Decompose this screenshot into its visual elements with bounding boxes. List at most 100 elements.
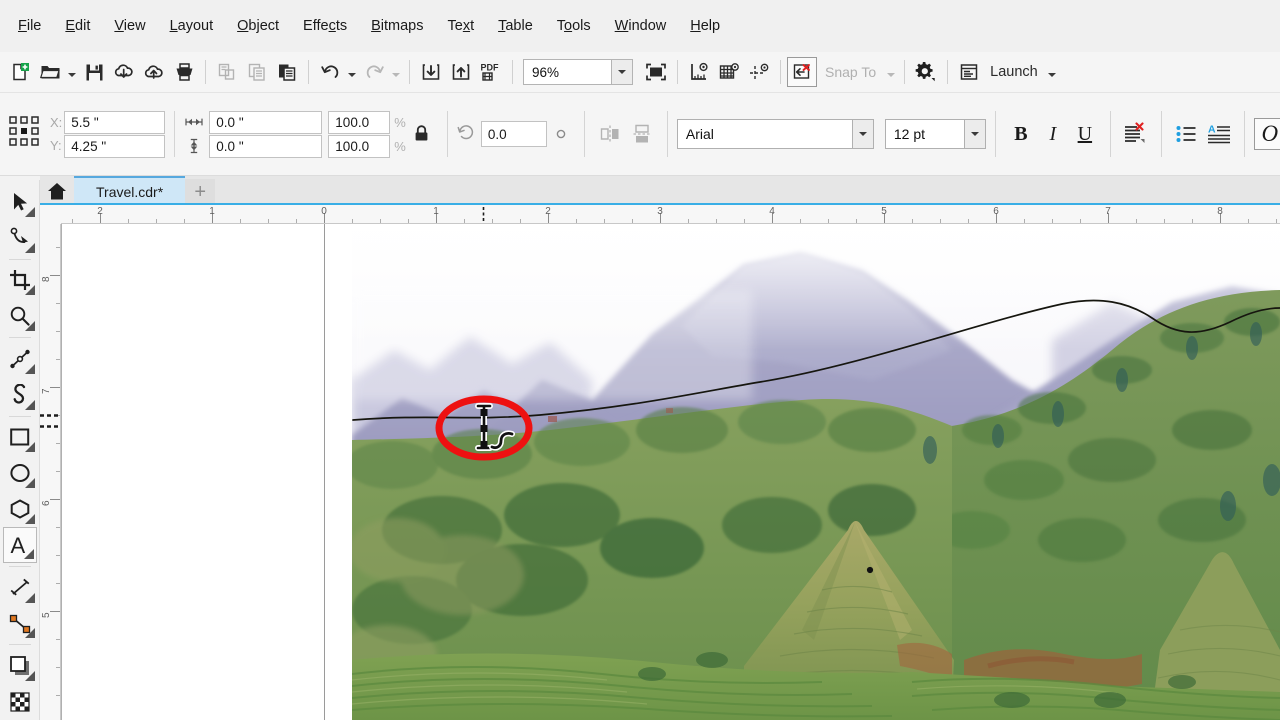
new-document-button[interactable] <box>5 57 35 87</box>
object-origin-grid[interactable] <box>8 115 42 154</box>
drawing-canvas[interactable] <box>61 224 1280 720</box>
underline-button[interactable]: U <box>1069 118 1101 150</box>
document-tab-travel[interactable]: Travel.cdr* <box>74 176 186 205</box>
width-input[interactable]: 0.0 " <box>209 110 323 134</box>
menu-item-object[interactable]: Object <box>225 14 291 38</box>
print-button[interactable] <box>169 57 199 87</box>
property-bar: X: Y: 5.5 " 4.25 " 0.0 " 0.0 " 100.0 % 1… <box>0 93 1280 176</box>
paste-button[interactable] <box>272 57 302 87</box>
x-position-input[interactable]: 5.5 " <box>64 110 166 134</box>
scale-y-input[interactable]: 100.0 <box>328 134 391 158</box>
guideline-marker-vertical <box>40 415 61 428</box>
lock-ratio-icon[interactable] <box>406 124 438 144</box>
svg-text:5: 5 <box>881 206 887 217</box>
launch-window-icon[interactable] <box>954 57 984 87</box>
drop-shadow-tool[interactable] <box>3 648 37 684</box>
x-label: X: <box>50 115 63 130</box>
property-separator <box>446 111 448 157</box>
zoom-level-combobox[interactable]: 96% <box>523 59 633 85</box>
import-button[interactable] <box>416 57 446 87</box>
toolbar-separator <box>677 60 678 84</box>
font-size-value[interactable]: 12 pt <box>884 119 964 149</box>
dimension-tool[interactable] <box>3 570 37 606</box>
cloud-download-button[interactable] <box>109 57 139 87</box>
cloud-upload-button[interactable] <box>139 57 169 87</box>
zoom-level-value[interactable]: 96% <box>523 59 611 85</box>
menu-item-help[interactable]: Help <box>678 14 732 38</box>
font-family-dropdown-arrow[interactable] <box>851 119 874 149</box>
font-family-combobox[interactable]: Arial <box>676 119 874 149</box>
svg-text:5: 5 <box>41 612 52 618</box>
scale-x-input[interactable]: 100.0 <box>328 110 391 134</box>
freehand-tool[interactable] <box>3 341 37 377</box>
property-separator <box>1243 111 1245 157</box>
horizontal-ruler[interactable]: 2 1 0 1 2 3 4 5 6 7 8 <box>40 205 1280 224</box>
polygon-tool[interactable] <box>3 491 37 527</box>
rectangle-tool[interactable] <box>3 420 37 456</box>
text-tool[interactable]: A <box>2 526 37 563</box>
shape-tool[interactable] <box>3 220 37 256</box>
text-align-none-icon[interactable] <box>1120 118 1152 150</box>
undo-dropdown[interactable] <box>345 57 359 87</box>
home-tab-button[interactable] <box>40 176 74 205</box>
redo-dropdown <box>389 57 403 87</box>
font-family-value[interactable]: Arial <box>676 119 852 149</box>
menu-item-edit[interactable]: Edit <box>53 14 102 38</box>
show-guidelines-button[interactable] <box>744 57 774 87</box>
connector-tool[interactable] <box>3 606 37 642</box>
text-properties-button[interactable]: O <box>1253 118 1280 150</box>
launch-label[interactable]: Launch <box>984 64 1045 80</box>
transparency-tool[interactable] <box>3 684 37 720</box>
menu-item-file[interactable]: File <box>6 14 53 38</box>
menu-item-bitmaps[interactable]: Bitmaps <box>359 14 435 38</box>
italic-button[interactable]: I <box>1037 118 1069 150</box>
snap-to-label[interactable]: Snap To <box>817 64 884 80</box>
publish-pdf-button[interactable]: PDF <box>476 57 506 87</box>
menu-item-view[interactable]: View <box>102 14 157 38</box>
bold-button[interactable]: B <box>1005 118 1037 150</box>
ellipse-tool[interactable] <box>3 455 37 491</box>
rotation-input[interactable]: 0.0 <box>480 121 547 147</box>
menu-item-table[interactable]: Table <box>486 14 545 38</box>
open-document-button[interactable] <box>35 57 65 87</box>
font-size-combobox[interactable]: 12 pt <box>884 119 986 149</box>
drop-cap-icon[interactable]: A <box>1203 118 1235 150</box>
toolbar-separator <box>512 60 513 84</box>
height-input[interactable]: 0.0 " <box>209 134 323 158</box>
menu-item-layout[interactable]: Layout <box>158 14 226 38</box>
menu-item-text[interactable]: Text <box>436 14 487 38</box>
undo-button[interactable] <box>315 57 345 87</box>
show-grid-button[interactable] <box>714 57 744 87</box>
pick-tool[interactable] <box>3 184 37 220</box>
property-separator <box>174 111 176 157</box>
bullet-list-icon[interactable] <box>1171 118 1203 150</box>
zoom-tool[interactable] <box>3 298 37 334</box>
launch-dropdown[interactable] <box>1045 57 1059 87</box>
font-size-dropdown-arrow[interactable] <box>963 119 986 149</box>
property-separator <box>583 111 585 157</box>
zoom-to-fit-button[interactable] <box>641 57 671 87</box>
vertical-ruler[interactable]: 8 7 6 5 <box>40 224 61 720</box>
menu-item-window[interactable]: Window <box>603 14 679 38</box>
document-tab-label: Travel.cdr* <box>96 183 164 200</box>
save-document-button[interactable] <box>79 57 109 87</box>
export-button[interactable] <box>446 57 476 87</box>
open-document-dropdown[interactable] <box>65 57 79 87</box>
mirror-horizontal-icon <box>594 118 626 150</box>
scale-x-percent: % <box>394 114 406 130</box>
ruler-origin-corner[interactable] <box>40 205 61 224</box>
svg-text:8: 8 <box>1217 206 1223 217</box>
menu-item-tools[interactable]: Tools <box>545 14 603 38</box>
zoom-level-dropdown-arrow[interactable] <box>611 59 633 85</box>
show-rulers-button[interactable] <box>684 57 714 87</box>
svg-text:7: 7 <box>1105 206 1111 217</box>
menu-item-effects[interactable]: Effects <box>291 14 359 38</box>
svg-text:2: 2 <box>545 206 551 217</box>
options-gear-button[interactable] <box>911 57 941 87</box>
snap-off-button[interactable] <box>787 57 817 87</box>
crop-tool[interactable] <box>3 263 37 299</box>
y-position-input[interactable]: 4.25 " <box>64 134 166 158</box>
mountain-landscape-photo[interactable] <box>352 230 1280 720</box>
artistic-media-tool[interactable] <box>3 377 37 413</box>
new-tab-button[interactable]: + <box>185 179 216 205</box>
